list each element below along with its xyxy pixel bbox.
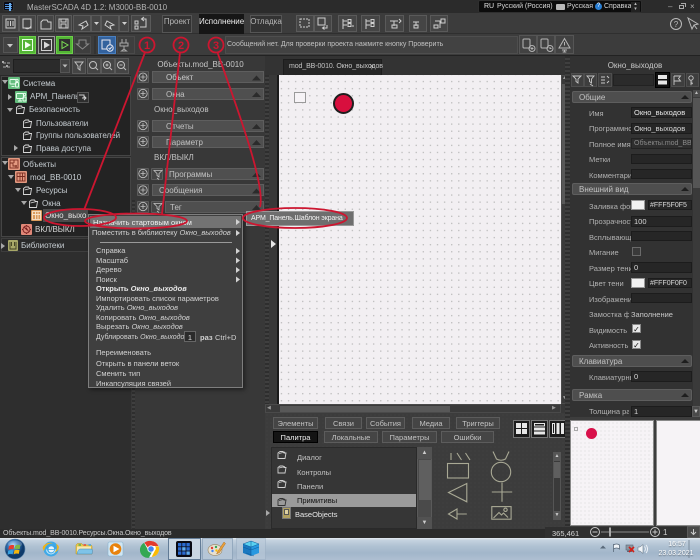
svg-text:?: ? <box>674 20 679 29</box>
svg-text:1: 1 <box>663 528 668 537</box>
